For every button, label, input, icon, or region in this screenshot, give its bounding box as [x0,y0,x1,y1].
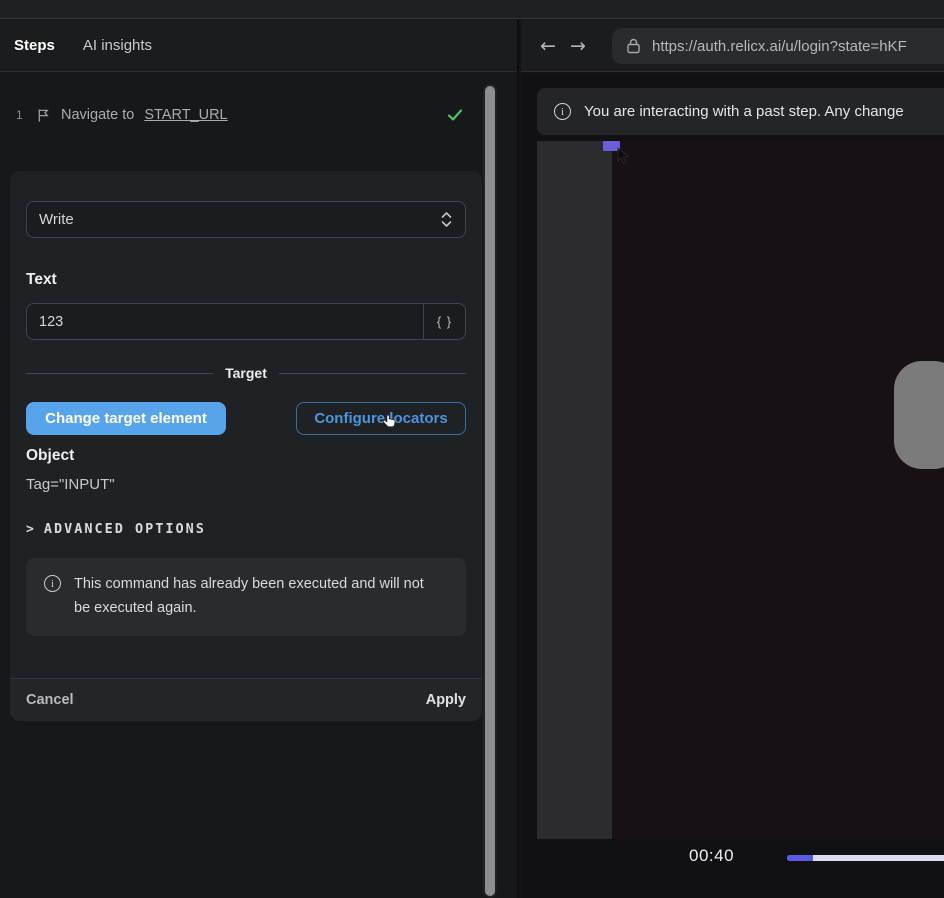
advanced-options-toggle[interactable]: > ADVANCED OPTIONS [26,521,466,537]
target-section-divider: Target [26,365,466,381]
past-step-banner-text: You are interacting with a past step. An… [584,103,904,120]
step-number: 1 [16,108,26,122]
past-step-banner: i You are interacting with a past step. … [537,88,944,135]
select-updown-icon [440,211,453,228]
browser-toolbar: ← → https://auth.relicx.ai/u/login?state… [521,20,944,72]
lock-icon [627,38,640,54]
tab-ai-insights[interactable]: AI insights [83,37,152,54]
forward-arrow-icon[interactable]: → [570,35,600,57]
window-top-strip [0,0,944,19]
step-success-check-icon [446,106,464,124]
app-window: Steps AI insights 1 Navigate to START_UR… [0,0,944,898]
browser-preview-panel: ← → https://auth.relicx.ai/u/login?state… [521,20,944,898]
playback-progress-bar[interactable] [787,855,944,861]
info-icon: i [44,575,61,592]
back-arrow-icon[interactable]: ← [540,35,570,57]
step-start-url-link[interactable]: START_URL [144,107,227,123]
screenshot-sidebar-region [537,141,612,839]
info-message: This command has already been executed a… [74,573,434,621]
playback-progress-fill [787,855,813,861]
browser-content: i You are interacting with a past step. … [521,73,944,898]
playback-time: 00:40 [689,846,734,866]
advanced-options-label: ADVANCED OPTIONS [44,521,206,537]
session-screenshot [537,141,944,839]
hand-cursor-icon [381,413,398,431]
object-label: Object [26,447,466,465]
step-row[interactable]: 1 Navigate to START_URL [0,95,480,135]
insert-variable-button[interactable]: { } [423,303,466,340]
url-text: https://auth.relicx.ai/u/login?state=hKF [652,38,907,55]
step-editor-card: Write Text { } Target Change target [10,171,482,721]
text-input[interactable] [26,303,423,340]
flag-icon [36,108,51,123]
command-select-value: Write [39,211,74,228]
url-bar[interactable]: https://auth.relicx.ai/u/login?state=hKF [612,28,944,64]
info-icon: i [554,103,571,120]
panel-tab-bar: Steps AI insights [0,20,517,72]
chevron-right-icon: > [26,522,34,537]
configure-locators-button[interactable]: Configure locators [296,402,466,435]
steps-panel-scrollbar-track[interactable] [483,84,497,898]
tab-steps[interactable]: Steps [14,37,55,54]
target-section-label: Target [225,365,267,381]
divider-line [26,373,213,374]
apply-button[interactable]: Apply [426,692,466,708]
already-executed-info-box: i This command has already been executed… [26,558,466,636]
command-select[interactable]: Write [26,201,466,238]
divider-line [279,373,466,374]
object-value: Tag="INPUT" [26,476,466,493]
floating-handle[interactable] [894,361,944,469]
steps-panel: Steps AI insights 1 Navigate to START_UR… [0,20,519,898]
cancel-button[interactable]: Cancel [26,692,74,708]
target-buttons-row: Change target element Configure locators [26,402,466,435]
recorded-cursor-icon [615,147,631,165]
screenshot-main-region [612,141,944,839]
text-input-group: { } [26,303,466,340]
change-target-element-button[interactable]: Change target element [26,402,226,435]
text-field-label: Text [26,271,466,289]
step-description: Navigate to [61,107,134,123]
steps-panel-scrollbar-thumb[interactable] [485,86,495,896]
card-footer: Cancel Apply [10,678,482,721]
